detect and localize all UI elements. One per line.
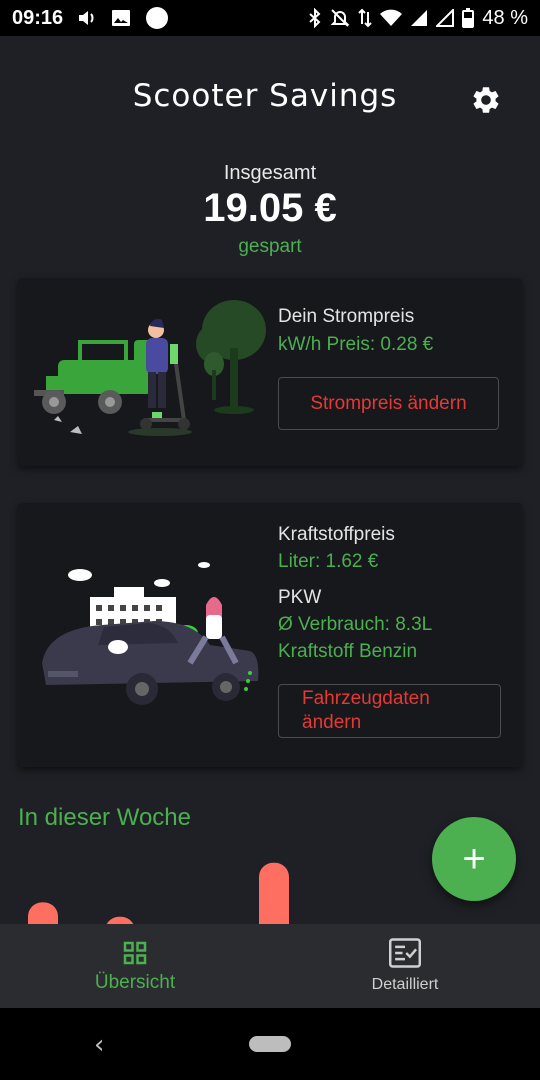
week-section-title: In dieser Woche: [18, 804, 191, 831]
chart-bar-4: [259, 862, 289, 924]
change-vehicle-data-label-line2: ändern: [302, 712, 362, 733]
fuel-price-title: Kraftstoffpreis: [278, 524, 395, 545]
dashboard-icon: [123, 941, 147, 965]
jeep-scooter-illustration: [34, 300, 266, 436]
nav-item-detailed[interactable]: Detailliert: [270, 924, 540, 1008]
status-time: 09:16: [12, 6, 64, 29]
average-consumption: Ø Verbrauch: 8.3L: [278, 614, 433, 635]
kwh-price-value: kW/h Preis: 0.28 €: [278, 334, 434, 355]
bottom-navigation: Übersicht Detailliert: [0, 924, 540, 1008]
wifi-icon: [380, 9, 403, 26]
volume-icon: [79, 11, 94, 25]
vehicle-type: PKW: [278, 587, 322, 608]
bluetooth-icon: [309, 8, 321, 28]
app-title: Scooter Savings: [132, 78, 398, 114]
nav-label-overview: Übersicht: [94, 972, 176, 993]
system-navigation-bar: ‹: [0, 1008, 540, 1080]
list-check-icon: [389, 938, 421, 968]
back-icon[interactable]: ‹: [94, 1030, 104, 1060]
nav-item-overview[interactable]: Übersicht: [0, 924, 270, 1008]
electricity-price-title: Dein Strompreis: [278, 306, 415, 327]
change-vehicle-data-label-line1: Fahrzeugdaten: [302, 688, 430, 709]
signal-icon: [411, 10, 428, 26]
circle-icon: [146, 7, 169, 29]
home-pill[interactable]: [249, 1036, 291, 1052]
add-trip-button[interactable]: +: [432, 817, 516, 901]
change-electricity-price-button[interactable]: Strompreis ändern: [278, 377, 499, 430]
total-savings-value: 19.05 €: [203, 186, 337, 230]
car-woman-illustration: [42, 562, 259, 705]
signal-icon-2: [436, 9, 455, 27]
gear-icon: [473, 87, 499, 113]
chart-bar-1: [28, 902, 58, 924]
status-bar: 09:16 48 %: [0, 0, 540, 36]
change-vehicle-data-button[interactable]: Fahrzeugdaten ändern: [278, 684, 501, 738]
fuel-price-card: Kraftstoffpreis Liter: 1.62 € PKW Ø Verb…: [18, 503, 522, 767]
saved-label: gespart: [238, 236, 302, 257]
total-label: Insgesamt: [223, 162, 317, 184]
nav-label-detailed: Detailliert: [371, 976, 439, 993]
battery-icon: [462, 8, 475, 28]
settings-button[interactable]: [468, 82, 504, 118]
electricity-price-card: Dein Strompreis kW/h Preis: 0.28 € Strom…: [18, 278, 522, 466]
liter-price-value: Liter: 1.62 €: [278, 551, 379, 572]
data-arrows-icon: [358, 8, 373, 28]
notifications-off-icon: [330, 9, 350, 27]
image-icon: [112, 10, 131, 26]
chart-bar-2: [106, 916, 134, 924]
fuel-type: Kraftstoff Benzin: [278, 641, 418, 662]
battery-percentage: 48 %: [482, 6, 528, 29]
